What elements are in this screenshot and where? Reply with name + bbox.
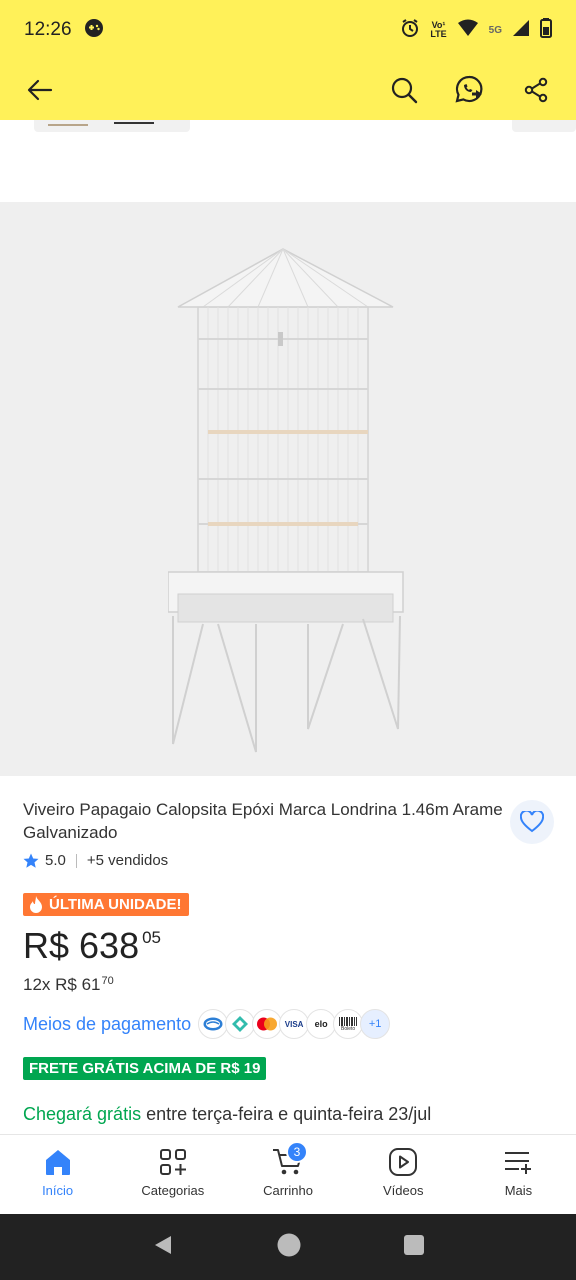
app-bar	[0, 60, 576, 120]
whatsapp-icon	[455, 75, 483, 103]
product-image[interactable]	[0, 202, 576, 776]
whatsapp-share-button[interactable]	[452, 72, 488, 108]
visa-icon: VISA	[279, 1009, 310, 1039]
video-icon	[389, 1148, 418, 1176]
system-back-button[interactable]	[151, 1233, 175, 1262]
battery-icon	[540, 17, 552, 43]
badge-label: ÚLTIMA UNIDADE!	[49, 896, 182, 913]
rating-score: 5.0	[45, 852, 66, 869]
alarm-icon	[400, 18, 420, 43]
boleto-icon: Boleto	[333, 1009, 364, 1039]
cart-count-badge: 3	[286, 1141, 308, 1163]
sold-count: +5 vendidos	[86, 852, 169, 869]
divider	[75, 853, 77, 868]
favorite-button[interactable]	[510, 800, 554, 844]
product-info: Viveiro Papagaio Calopsita Epóxi Marca L…	[0, 776, 576, 1136]
clock: 12:26	[24, 19, 72, 40]
nav-label: Início	[42, 1183, 74, 1198]
price: R$ 638 05	[23, 926, 553, 966]
free-shipping-badge: FRETE GRÁTIS ACIMA DE R$ 19	[23, 1057, 267, 1080]
search-icon	[391, 77, 418, 104]
nav-videos[interactable]: Vídeos	[346, 1135, 461, 1214]
rating-row[interactable]: 5.0 +5 vendidos	[23, 852, 553, 869]
system-home-button[interactable]	[276, 1232, 302, 1263]
volte-icon: Vo¹ LTE	[430, 20, 447, 39]
bird-cage-image	[168, 248, 404, 753]
signal-icon	[512, 19, 530, 42]
boleto-label: Boleto	[341, 1025, 356, 1032]
heart-icon	[520, 811, 544, 833]
game-controller-icon	[84, 18, 104, 43]
system-recents-button[interactable]	[403, 1234, 425, 1261]
more-payment-methods[interactable]: +1	[360, 1009, 391, 1039]
home-icon	[45, 1150, 70, 1175]
circle-home-icon	[277, 1233, 301, 1256]
nav-label: Vídeos	[382, 1183, 424, 1198]
share-button[interactable]	[518, 72, 554, 108]
delivery-free-label: Chegará grátis	[23, 1104, 142, 1124]
price-cents: 05	[142, 928, 162, 947]
image-thumbnails[interactable]	[0, 120, 576, 202]
thumbnail[interactable]	[512, 120, 576, 132]
square-recents-icon	[404, 1234, 425, 1255]
status-bar: 12:26 Vo¹ LTE 5G	[0, 0, 576, 60]
star-icon	[23, 853, 39, 868]
price-main: R$ 638	[23, 925, 140, 966]
pix-icon	[225, 1009, 256, 1039]
nav-more[interactable]: Mais	[461, 1135, 576, 1214]
mercado-pago-icon	[198, 1009, 229, 1039]
product-title: Viveiro Papagaio Calopsita Epóxi Marca L…	[23, 800, 503, 842]
triangle-back-icon	[154, 1235, 171, 1254]
installments-value: 12x R$ 61	[23, 975, 101, 994]
elo-icon: elo	[306, 1009, 337, 1039]
bottom-navigation: Início Categorias 3 Carrinho Vídeos Mais	[0, 1134, 576, 1214]
nav-label: Mais	[504, 1183, 533, 1198]
installments-cents: 70	[101, 975, 114, 987]
payment-methods-link[interactable]: Meios de pagamento	[23, 1014, 191, 1035]
share-icon	[524, 77, 548, 103]
installments: 12x R$ 61 70	[23, 975, 553, 995]
payment-icons[interactable]: VISA elo Boleto +1	[198, 1009, 391, 1039]
last-unit-badge: ÚLTIMA UNIDADE!	[23, 893, 190, 916]
categories-icon	[159, 1149, 186, 1175]
payment-methods[interactable]: Meios de pagamento VISA elo Boleto +1	[23, 1009, 553, 1039]
system-navigation	[0, 1214, 576, 1280]
nav-cart[interactable]: 3 Carrinho	[230, 1135, 345, 1214]
nav-label: Carrinho	[263, 1183, 313, 1198]
fire-icon	[30, 896, 42, 913]
menu-plus-icon	[505, 1152, 532, 1174]
arrow-left-icon	[27, 79, 53, 101]
delivery-dates: entre terça-feira e quinta-feira 23/jul	[141, 1104, 432, 1124]
mastercard-icon	[252, 1009, 283, 1039]
delivery-estimate: Chegará grátis entre terça-feira e quint…	[23, 1104, 553, 1125]
network-type: 5G	[488, 24, 502, 36]
nav-categories[interactable]: Categorias	[115, 1135, 230, 1214]
thumbnail[interactable]	[34, 120, 190, 132]
search-button[interactable]	[386, 72, 422, 108]
nav-label: Categorias	[141, 1183, 205, 1198]
back-button[interactable]	[22, 72, 58, 108]
wifi-icon	[457, 19, 479, 42]
nav-home[interactable]: Início	[0, 1135, 115, 1214]
